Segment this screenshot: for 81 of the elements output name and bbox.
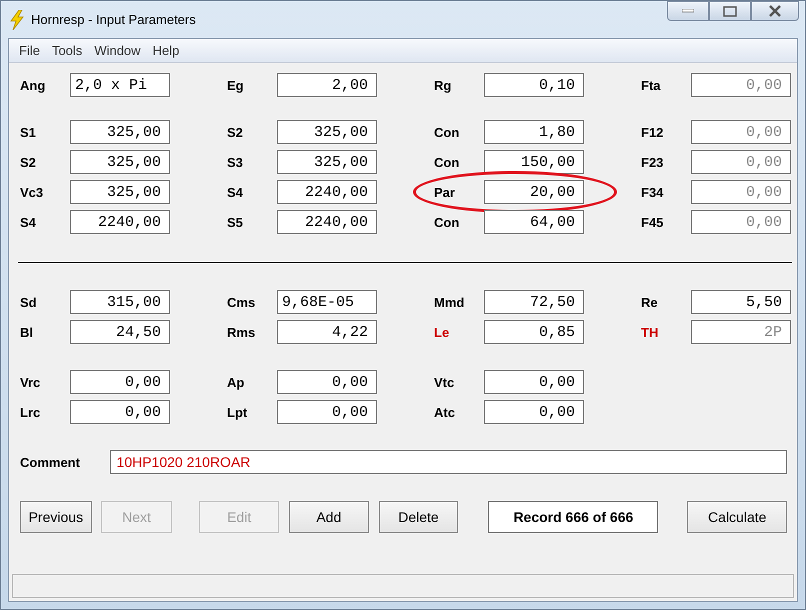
input-field[interactable]: 325,00 <box>277 120 377 144</box>
field-label: S4 <box>227 184 244 200</box>
field-label: F45 <box>641 214 664 230</box>
field-label: Lrc <box>20 404 42 420</box>
close-icon <box>768 5 782 17</box>
field-label: Vtc <box>434 374 456 390</box>
input-field[interactable]: 9,68E-05 <box>277 290 377 314</box>
input-field[interactable]: 325,00 <box>277 150 377 174</box>
input-field[interactable]: 325,00 <box>70 150 170 174</box>
lightning-icon <box>9 10 25 30</box>
input-field[interactable]: 2,0 x Pi <box>70 73 170 97</box>
input-field[interactable]: 0,10 <box>484 73 584 97</box>
action-button[interactable]: Add <box>288 501 369 533</box>
input-field[interactable]: 150,00 <box>484 150 584 174</box>
maximize-button[interactable] <box>709 1 751 21</box>
field-label: Eg <box>227 78 245 92</box>
field-label: Re <box>641 294 659 310</box>
input-field[interactable]: 0,00 <box>277 370 377 394</box>
menu-item[interactable]: Help <box>146 43 186 58</box>
input-field[interactable]: 315,00 <box>70 290 170 314</box>
field-label: S2 <box>20 154 37 170</box>
input-field[interactable]: 0,00 <box>70 370 170 394</box>
input-field[interactable]: 2,00 <box>277 73 377 97</box>
input-field[interactable]: 2240,00 <box>277 210 377 234</box>
input-field[interactable]: 0,00 <box>484 370 584 394</box>
field-label: Con <box>434 154 460 170</box>
menu-item[interactable]: Window <box>88 43 147 58</box>
field-label: F12 <box>641 124 664 140</box>
field-label: Ap <box>227 374 246 390</box>
input-field[interactable]: 20,00 <box>484 180 584 204</box>
menu-item[interactable]: Tools <box>46 43 88 58</box>
maximize-icon <box>723 6 737 16</box>
field-label: Lpt <box>227 404 248 420</box>
minimize-icon <box>682 9 694 13</box>
input-field[interactable]: 64,00 <box>484 210 584 234</box>
input-field[interactable]: 325,00 <box>70 120 170 144</box>
input-field[interactable]: 0,00 <box>484 400 584 424</box>
field-label: S3 <box>227 154 244 170</box>
field-label: Sd <box>20 294 38 310</box>
input-field[interactable]: 325,00 <box>70 180 170 204</box>
field-label: S2 <box>227 124 244 140</box>
field-label: Par <box>434 184 456 200</box>
field-label: TH <box>641 324 660 340</box>
field-label: F23 <box>641 154 664 170</box>
comment-field[interactable]: 10HP1020 210ROAR <box>110 450 787 474</box>
field-label: Fta <box>641 78 662 92</box>
action-button[interactable]: Delete <box>378 501 458 533</box>
field-label: Le <box>434 324 450 340</box>
input-field[interactable]: 24,50 <box>70 320 170 344</box>
close-button[interactable] <box>751 1 799 21</box>
field-label: S1 <box>20 124 37 140</box>
minimize-button[interactable] <box>667 1 709 21</box>
input-field[interactable]: 0,00 <box>277 400 377 424</box>
field-label: Rms <box>227 324 256 340</box>
action-button[interactable]: Calculate <box>687 501 788 533</box>
comment-label: Comment <box>20 454 81 470</box>
field-label: Ang <box>20 78 46 92</box>
field-label: Vc3 <box>20 184 44 200</box>
window-title: Hornresp - Input Parameters <box>31 12 196 27</box>
menu-item[interactable]: File <box>13 43 46 58</box>
field-label: Atc <box>434 404 456 420</box>
field-label: Con <box>434 214 460 230</box>
input-field[interactable]: 72,50 <box>484 290 584 314</box>
action-button[interactable]: Previous <box>20 501 92 533</box>
input-field[interactable]: 1,80 <box>484 120 584 144</box>
input-field[interactable]: 2240,00 <box>70 210 170 234</box>
input-field[interactable]: 5,50 <box>691 290 791 314</box>
field-label: S5 <box>227 214 244 230</box>
field-label: Mmd <box>434 294 466 310</box>
field-label: S4 <box>20 214 37 230</box>
record-counter: Record 666 of 666 <box>488 501 658 533</box>
input-field[interactable]: 0,85 <box>484 320 584 344</box>
field-label: F34 <box>641 184 664 200</box>
field-label: Con <box>434 124 460 140</box>
field-label: Bl <box>20 324 34 340</box>
field-label: Cms <box>227 294 256 310</box>
field-label: Vrc <box>20 374 42 390</box>
input-field[interactable]: 4,22 <box>277 320 377 344</box>
input-field[interactable]: 2240,00 <box>277 180 377 204</box>
input-field[interactable]: 0,00 <box>70 400 170 424</box>
field-label: Rg <box>434 78 452 92</box>
